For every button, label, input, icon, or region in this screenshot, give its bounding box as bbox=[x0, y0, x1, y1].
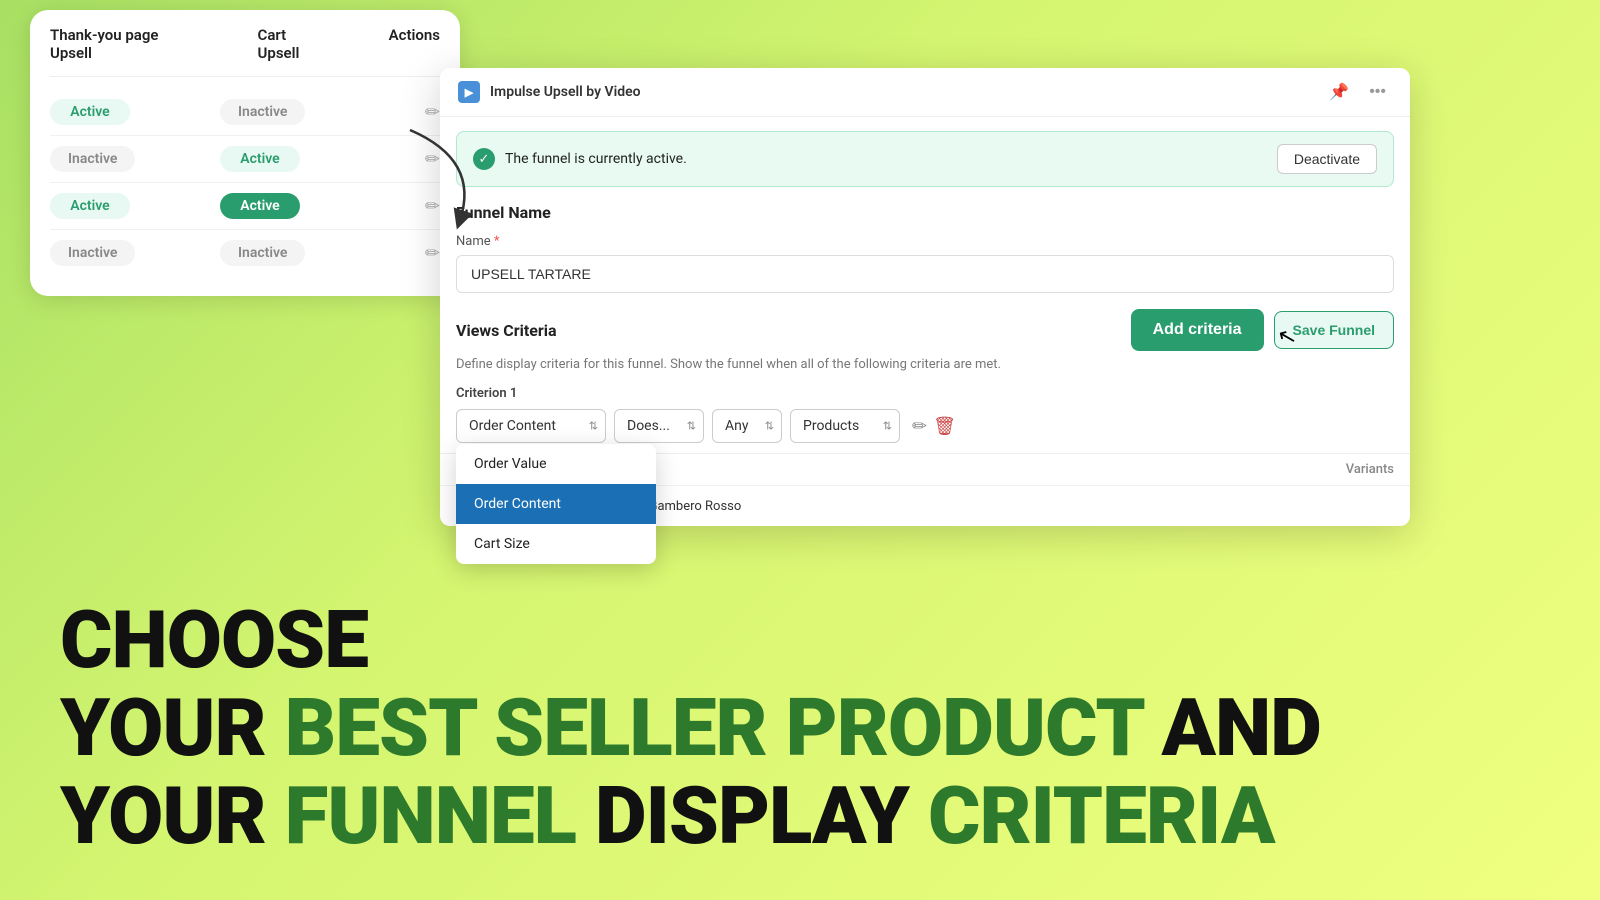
active-banner-message: The funnel is currently active. bbox=[505, 151, 687, 167]
any-select[interactable]: Any bbox=[712, 409, 782, 443]
row3-col2-badge: Active bbox=[220, 193, 300, 219]
deactivate-button[interactable]: Deactivate bbox=[1277, 144, 1377, 174]
products-selector-wrapper[interactable]: Products bbox=[790, 409, 900, 443]
col-actions-header: Actions bbox=[389, 26, 440, 62]
funnel-list-header: Thank-you page Upsell Cart Upsell Action… bbox=[50, 26, 440, 77]
name-field-label: Name * bbox=[456, 234, 1394, 249]
row2-col2-badge: Active bbox=[220, 146, 300, 172]
check-icon: ✓ bbox=[473, 148, 495, 170]
active-status-left: ✓ The funnel is currently active. bbox=[473, 148, 687, 170]
criterion-1-label: Criterion 1 bbox=[456, 386, 1394, 401]
row4-col2-badge: Inactive bbox=[220, 240, 305, 266]
any-selector-wrapper[interactable]: Any bbox=[712, 409, 782, 443]
modal-menu-button[interactable]: ••• bbox=[1363, 80, 1392, 104]
funnel-name-title: Funnel Name bbox=[456, 203, 1394, 222]
active-status-banner: ✓ The funnel is currently active. Deacti… bbox=[456, 131, 1394, 187]
criterion-type-select[interactable]: Order Content bbox=[456, 409, 606, 443]
col-cart-header: Cart Upsell bbox=[258, 26, 329, 62]
modal-title: Impulse Upsell by Video bbox=[490, 84, 1313, 100]
modal-header: ▶ Impulse Upsell by Video 📌 ••• bbox=[440, 68, 1410, 117]
row2-col1-badge: Inactive bbox=[50, 146, 135, 172]
criterion-edit-icon[interactable]: ✏ bbox=[912, 416, 927, 437]
funnel-row-2: Inactive Active ✏ bbox=[50, 136, 440, 183]
criteria-action-buttons: Add criteria Save Funnel bbox=[1131, 309, 1394, 351]
funnel-row-4: Inactive Inactive ✏ bbox=[50, 230, 440, 276]
criteria-description: Define display criteria for this funnel.… bbox=[456, 357, 1394, 372]
funnel-row-1: Active Inactive ✏ bbox=[50, 89, 440, 136]
criterion-delete-icon[interactable]: 🗑 bbox=[933, 416, 956, 437]
dropdown-order-value[interactable]: Order Value bbox=[456, 444, 656, 484]
bottom-line-2: YOUR BEST SELLER PRODUCT AND bbox=[60, 684, 1540, 772]
variants-col-header: Variants bbox=[1294, 462, 1394, 477]
row1-edit-icon[interactable]: ✏ bbox=[425, 102, 440, 123]
save-funnel-button[interactable]: Save Funnel bbox=[1274, 311, 1394, 349]
row4-col1-badge: Inactive bbox=[50, 240, 135, 266]
does-selector-wrapper[interactable]: Does... bbox=[614, 409, 704, 443]
modal-app-icon: ▶ bbox=[458, 81, 480, 103]
criterion-type-dropdown: Order Value Order Content Cart Size bbox=[456, 444, 656, 564]
criteria-header: Views Criteria Add criteria Save Funnel bbox=[456, 309, 1394, 351]
row1-col2-badge: Inactive bbox=[220, 99, 305, 125]
criterion-1-row: Order Content Order Value Order Content … bbox=[456, 409, 1394, 443]
modal-header-actions: 📌 ••• bbox=[1323, 80, 1392, 104]
dropdown-cart-size[interactable]: Cart Size bbox=[456, 524, 656, 564]
views-criteria-section: Views Criteria Add criteria Save Funnel … bbox=[440, 293, 1410, 443]
criterion-action-icons: ✏ 🗑 bbox=[912, 416, 956, 437]
funnel-name-input[interactable] bbox=[456, 255, 1394, 293]
bottom-line-1: CHOOSE bbox=[60, 596, 1540, 684]
bottom-line-3: YOUR FUNNEL DISPLAY CRITERIA bbox=[60, 772, 1540, 860]
row4-edit-icon[interactable]: ✏ bbox=[425, 243, 440, 264]
does-select[interactable]: Does... bbox=[614, 409, 704, 443]
col-thankyou-header: Thank-you page Upsell bbox=[50, 26, 198, 62]
add-criteria-button[interactable]: Add criteria bbox=[1131, 309, 1264, 351]
bottom-text-section: CHOOSE YOUR BEST SELLER PRODUCT AND YOUR… bbox=[0, 566, 1600, 900]
funnel-modal: ▶ Impulse Upsell by Video 📌 ••• ✓ The fu… bbox=[440, 68, 1410, 526]
products-select[interactable]: Products bbox=[790, 409, 900, 443]
row3-col1-badge: Active bbox=[50, 193, 130, 219]
funnel-list-panel: Thank-you page Upsell Cart Upsell Action… bbox=[30, 10, 460, 296]
row3-edit-icon[interactable]: ✏ bbox=[425, 196, 440, 217]
dropdown-order-content[interactable]: Order Content bbox=[456, 484, 656, 524]
row1-col1-badge: Active bbox=[50, 99, 130, 125]
funnel-name-section: Funnel Name Name * bbox=[440, 187, 1410, 293]
row2-edit-icon[interactable]: ✏ bbox=[425, 149, 440, 170]
criteria-title: Views Criteria bbox=[456, 321, 557, 340]
criterion-type-selector-wrapper[interactable]: Order Content Order Value Order Content … bbox=[456, 409, 606, 443]
funnel-row-3: Active Active ✏ bbox=[50, 183, 440, 230]
required-indicator: * bbox=[494, 234, 500, 249]
modal-pin-button[interactable]: 📌 bbox=[1323, 80, 1355, 104]
